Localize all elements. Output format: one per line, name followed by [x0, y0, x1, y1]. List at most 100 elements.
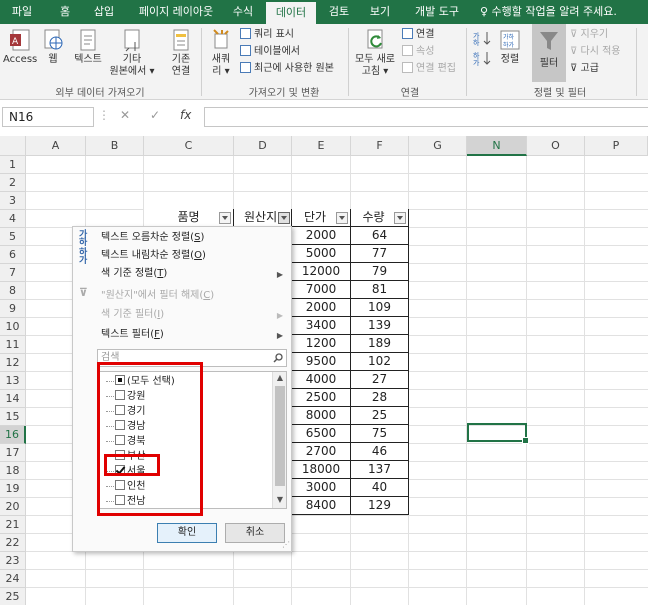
unit-price-cell[interactable]: 5000: [292, 245, 351, 263]
recent-sources-button[interactable]: 최근에 사용한 원본: [240, 62, 334, 76]
unit-price-cell[interactable]: 4000: [292, 371, 351, 389]
show-queries-button[interactable]: 쿼리 표시: [240, 28, 294, 42]
quantity-cell[interactable]: 129: [351, 497, 409, 515]
unit-price-cell[interactable]: 2000: [292, 227, 351, 245]
row-header[interactable]: 8: [0, 282, 26, 300]
row-header[interactable]: 2: [0, 174, 26, 192]
column-header-selected[interactable]: N: [467, 136, 527, 156]
tab-home[interactable]: 홈: [50, 0, 80, 24]
unit-price-cell[interactable]: 2500: [292, 389, 351, 407]
ok-button[interactable]: 확인: [157, 523, 217, 543]
quantity-cell[interactable]: 46: [351, 443, 409, 461]
text-button[interactable]: 텍스트: [70, 28, 106, 66]
row-header[interactable]: 7: [0, 264, 26, 282]
row-header[interactable]: 18: [0, 462, 26, 480]
row-header[interactable]: 22: [0, 534, 26, 552]
header-cell-price[interactable]: 단가: [292, 209, 351, 227]
tab-view[interactable]: 보기: [362, 0, 398, 24]
sort-za-button[interactable]: 하가: [470, 50, 494, 70]
list-scrollbar[interactable]: ▲ ▼: [272, 372, 286, 508]
quantity-cell[interactable]: 40: [351, 479, 409, 497]
quantity-cell[interactable]: 139: [351, 317, 409, 335]
quantity-cell[interactable]: 109: [351, 299, 409, 317]
cancel-entry-button[interactable]: ✕: [120, 108, 130, 122]
menu-clear-filter[interactable]: "원산지"에서 필터 해제(C): [101, 287, 214, 305]
unit-price-cell[interactable]: 3400: [292, 317, 351, 335]
existing-connections-button[interactable]: 기존 연결: [164, 28, 198, 78]
properties-button[interactable]: 속성: [402, 45, 434, 59]
row-header[interactable]: 10: [0, 318, 26, 336]
active-cell-n16[interactable]: [467, 423, 529, 444]
row-header[interactable]: 23: [0, 552, 26, 570]
formula-input[interactable]: [204, 107, 648, 127]
connections-button[interactable]: 연결: [402, 28, 434, 42]
row-header[interactable]: 4: [0, 210, 26, 228]
quantity-cell[interactable]: 77: [351, 245, 409, 263]
unit-price-cell[interactable]: 8400: [292, 497, 351, 515]
quantity-cell[interactable]: 79: [351, 263, 409, 281]
quantity-cell[interactable]: 75: [351, 425, 409, 443]
quantity-cell[interactable]: 64: [351, 227, 409, 245]
column-header[interactable]: C: [144, 136, 234, 156]
row-header[interactable]: 14: [0, 390, 26, 408]
quantity-cell[interactable]: 25: [351, 407, 409, 425]
column-header[interactable]: P: [585, 136, 648, 156]
header-cell-item[interactable]: 품명: [144, 209, 234, 227]
menu-sort-ascending[interactable]: 텍스트 오름차순 정렬(S): [101, 229, 204, 247]
scroll-up-icon[interactable]: ▲: [273, 373, 286, 382]
column-header[interactable]: G: [409, 136, 467, 156]
column-header[interactable]: O: [527, 136, 585, 156]
row-header[interactable]: 25: [0, 588, 26, 605]
tab-review[interactable]: 검토: [320, 0, 358, 24]
column-header[interactable]: B: [86, 136, 144, 156]
quantity-cell[interactable]: 137: [351, 461, 409, 479]
row-header[interactable]: 21: [0, 516, 26, 534]
refresh-all-button[interactable]: 모두 새로 고침 ▾: [352, 28, 398, 78]
row-header[interactable]: 17: [0, 444, 26, 462]
access-button[interactable]: A Access: [3, 28, 37, 66]
tab-insert[interactable]: 삽입: [86, 0, 122, 24]
header-cell-qty[interactable]: 수량: [351, 209, 409, 227]
unit-price-cell[interactable]: 3000: [292, 479, 351, 497]
quantity-cell[interactable]: 27: [351, 371, 409, 389]
cancel-button[interactable]: 취소: [225, 523, 285, 543]
tab-data[interactable]: 데이터: [266, 2, 316, 24]
unit-price-cell[interactable]: 2000: [292, 299, 351, 317]
filter-dropdown-button[interactable]: [336, 212, 348, 224]
quantity-cell[interactable]: 81: [351, 281, 409, 299]
scrollbar-thumb[interactable]: [275, 386, 285, 486]
filter-dropdown-button[interactable]: [394, 212, 406, 224]
row-header[interactable]: 6: [0, 246, 26, 264]
tab-page-layout[interactable]: 페이지 레이아웃: [128, 0, 224, 24]
quantity-cell[interactable]: 28: [351, 389, 409, 407]
resize-grip-icon[interactable]: ⋰: [282, 540, 290, 549]
sort-button[interactable]: 가하 하가 정렬: [496, 28, 524, 66]
advanced-button[interactable]: ⊽ 고급: [570, 62, 599, 76]
menu-text-filters[interactable]: 텍스트 필터(F): [101, 326, 164, 344]
unit-price-cell[interactable]: 8000: [292, 407, 351, 425]
tab-developer[interactable]: 개발 도구: [404, 0, 470, 24]
unit-price-cell[interactable]: 6500: [292, 425, 351, 443]
tab-file[interactable]: 파일: [4, 0, 40, 24]
clear-button[interactable]: ⊽ 지우기: [570, 28, 608, 42]
from-table-button[interactable]: 테이블에서: [240, 45, 300, 59]
row-header[interactable]: 13: [0, 372, 26, 390]
column-header[interactable]: E: [292, 136, 351, 156]
row-header[interactable]: 19: [0, 480, 26, 498]
row-header[interactable]: 11: [0, 336, 26, 354]
unit-price-cell[interactable]: 2700: [292, 443, 351, 461]
scroll-down-icon[interactable]: ▼: [273, 495, 286, 504]
menu-sort-by-color[interactable]: 색 기준 정렬(T): [101, 265, 167, 283]
row-header[interactable]: 1: [0, 156, 26, 174]
header-cell-origin[interactable]: 원산지: [234, 209, 292, 227]
sort-az-button[interactable]: 가하: [470, 30, 494, 50]
other-sources-button[interactable]: 기타 원본에서 ▾: [108, 28, 156, 78]
quantity-cell[interactable]: 189: [351, 335, 409, 353]
edit-links-button[interactable]: 연결 편집: [402, 62, 456, 76]
menu-sort-descending[interactable]: 텍스트 내림차순 정렬(O): [101, 247, 206, 265]
unit-price-cell[interactable]: 18000: [292, 461, 351, 479]
unit-price-cell[interactable]: 12000: [292, 263, 351, 281]
name-box[interactable]: N16: [2, 107, 94, 127]
row-header[interactable]: 5: [0, 228, 26, 246]
unit-price-cell[interactable]: 9500: [292, 353, 351, 371]
